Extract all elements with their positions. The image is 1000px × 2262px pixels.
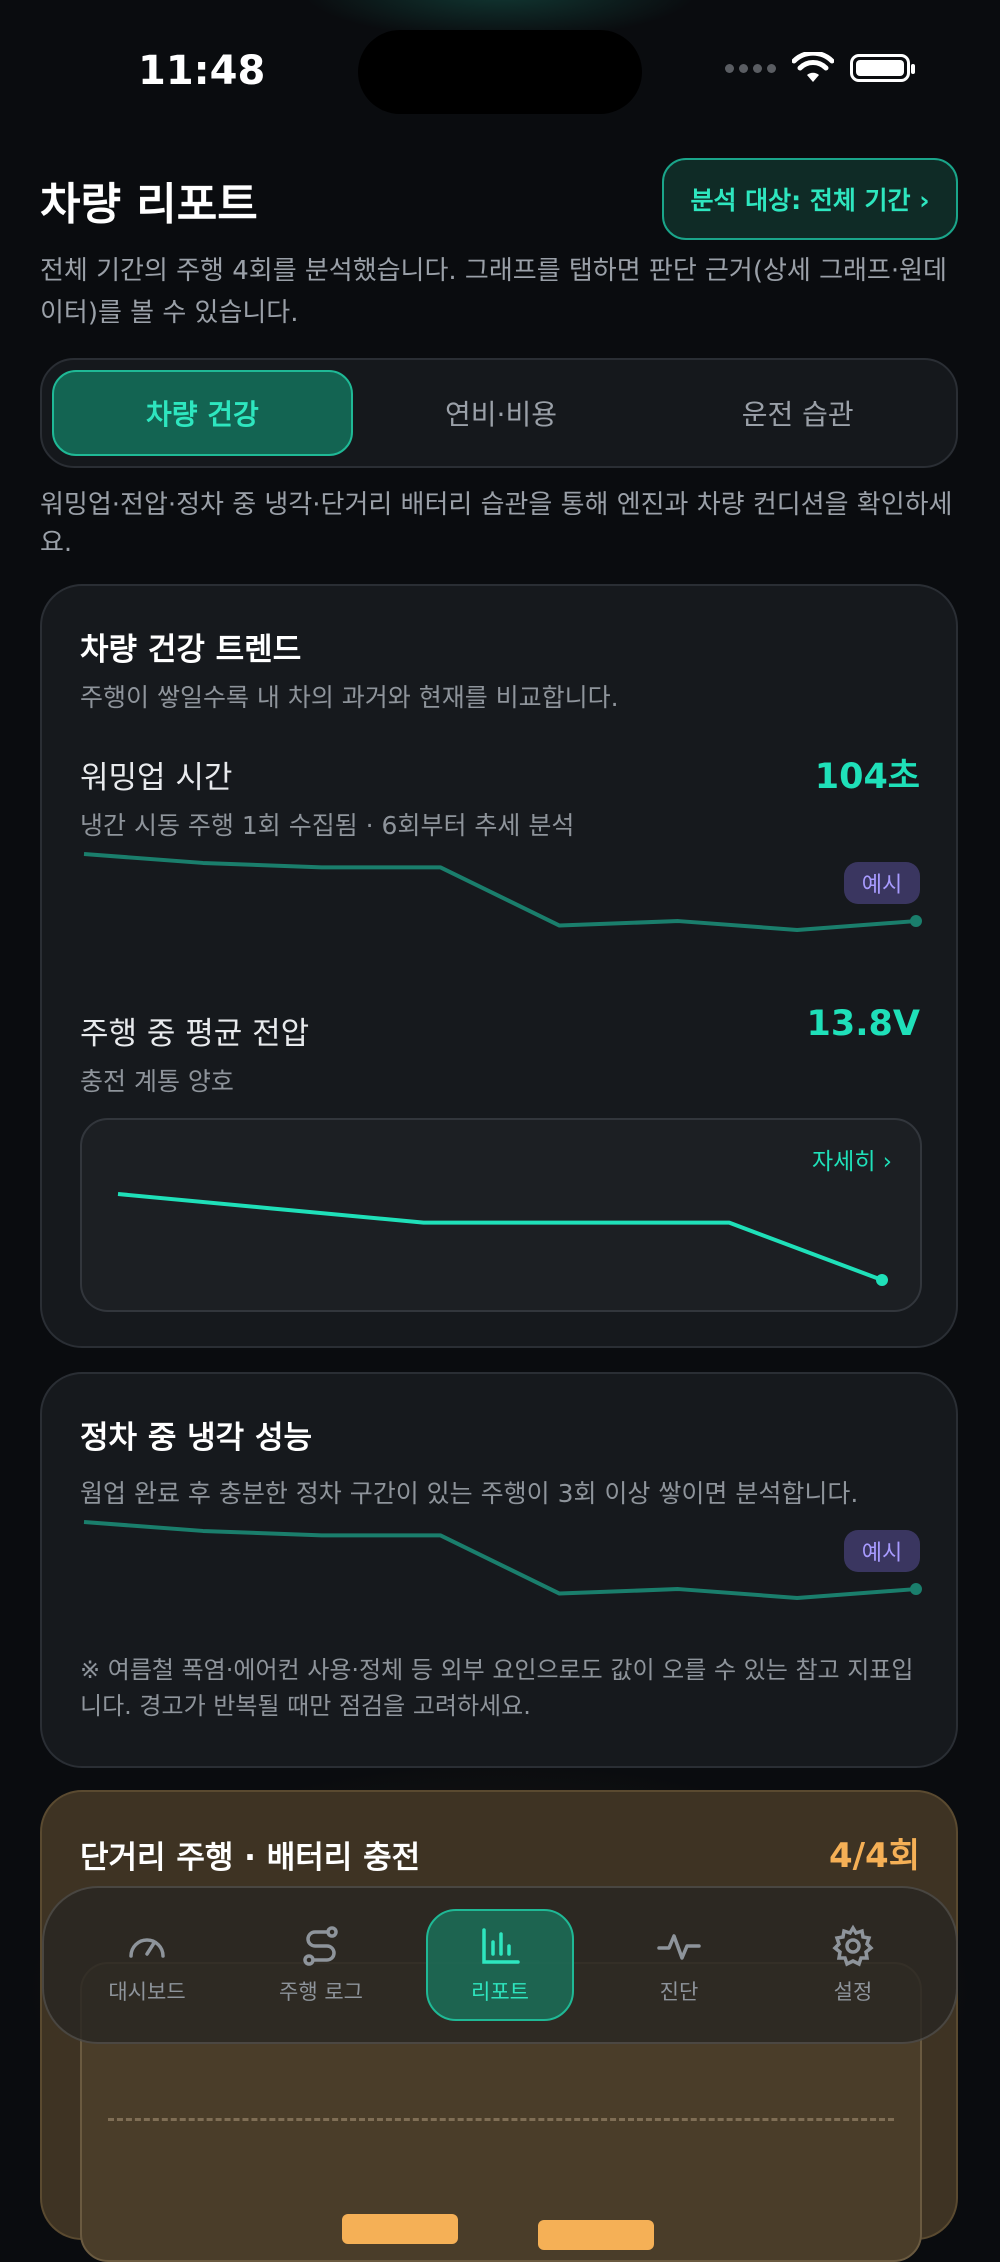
- nav-label: 주행 로그: [279, 1980, 363, 2004]
- series-line: [83, 852, 917, 932]
- report-tabs: 차량 건강 연비·비용 운전 습관: [40, 358, 958, 468]
- bar-chart-icon: [482, 1928, 520, 1964]
- tab-fuel-cost[interactable]: 연비·비용: [353, 370, 650, 456]
- tab-description: 워밍업·전압·정차 중 냉각·단거리 배터리 습관을 통해 엔진과 차량 컨디션…: [40, 490, 953, 558]
- threshold-line: [108, 2118, 894, 2121]
- nav-dashboard[interactable]: 대시보드: [60, 1909, 234, 2021]
- pulse-icon: [657, 1934, 701, 1960]
- nav-drive-log[interactable]: 주행 로그: [234, 1909, 408, 2021]
- nav-diagnosis[interactable]: 진단: [592, 1909, 766, 2021]
- card-subtitle: 주행이 쌓일수록 내 차의 과거와 현재를 비교합니다.: [80, 683, 619, 712]
- nav-settings[interactable]: 설정: [766, 1909, 940, 2021]
- data-point: [910, 1583, 922, 1596]
- warmup-chart[interactable]: [80, 844, 922, 954]
- nav-label: 대시보드: [108, 1980, 186, 2004]
- nav-label: 진단: [659, 1980, 699, 2004]
- voltage-note: 충전 계통 양호: [80, 1067, 234, 1096]
- health-trend-card: 차량 건강 트렌드 주행이 쌓일수록 내 차의 과거와 현재를 비교합니다. 워…: [40, 584, 958, 1348]
- gear-icon: [832, 1924, 874, 1967]
- status-time: 11:48: [138, 48, 266, 94]
- analysis-scope-button[interactable]: 분석 대상: 전체 기간 ›: [662, 158, 958, 240]
- nav-label: 리포트: [471, 1980, 529, 2004]
- card-title: 단거리 주행 · 배터리 충전: [80, 1840, 421, 1876]
- status-indicators: [725, 52, 915, 84]
- cellular-signal-icon: [725, 63, 776, 73]
- series-line: [83, 1520, 917, 1600]
- card-title: 정차 중 냉각 성능: [80, 1420, 313, 1456]
- cooling-card: 정차 중 냉각 성능 웜업 완료 후 충분한 정차 구간이 있는 주행이 3회 …: [40, 1372, 958, 1768]
- chart-bar: [538, 2220, 654, 2250]
- nav-label: 설정: [833, 1980, 873, 2004]
- route-icon: [303, 1926, 338, 1966]
- warmup-label: 워밍업 시간: [80, 760, 233, 796]
- wifi-icon: [792, 52, 834, 82]
- cooling-note: ※ 여름철 폭염·에어컨 사용·정체 등 외부 요인으로도 값이 오를 수 있는…: [80, 1656, 914, 1720]
- voltage-chart-box[interactable]: 자세히 ›: [80, 1118, 922, 1312]
- series-line: [117, 1192, 883, 1282]
- dynamic-island: [358, 30, 642, 114]
- chart-bar: [342, 2214, 458, 2244]
- nav-report[interactable]: 리포트: [426, 1909, 574, 2021]
- speedometer-icon: [129, 1938, 165, 1958]
- warmup-note: 냉간 시동 주행 1회 수집됨 · 6회부터 추세 분석: [80, 811, 575, 840]
- page-title: 차량 리포트: [40, 179, 258, 230]
- card-title: 차량 건강 트렌드: [80, 632, 302, 668]
- voltage-label: 주행 중 평균 전압: [80, 1016, 310, 1052]
- warmup-value: 104초: [814, 757, 920, 797]
- tab-driving-habits[interactable]: 운전 습관: [649, 370, 946, 456]
- voltage-chart: [117, 1192, 888, 1286]
- battery-icon: [850, 54, 915, 82]
- short-trip-count: 4/4회: [828, 1836, 920, 1876]
- cooling-chart[interactable]: [80, 1512, 922, 1622]
- data-point: [910, 915, 922, 928]
- card-subtitle: 웜업 완료 후 충분한 정차 구간이 있는 주행이 3회 이상 쌓이면 분석합니…: [80, 1479, 859, 1508]
- data-point: [876, 1274, 888, 1286]
- voltage-value: 13.8V: [806, 1004, 920, 1044]
- bottom-nav: 대시보드 주행 로그 리포트 진단 설정: [42, 1886, 958, 2044]
- page-description: 전체 기간의 주행 4회를 분석했습니다. 그래프를 탭하면 판단 근거(상세 …: [40, 256, 947, 328]
- tab-vehicle-health[interactable]: 차량 건강: [52, 370, 353, 456]
